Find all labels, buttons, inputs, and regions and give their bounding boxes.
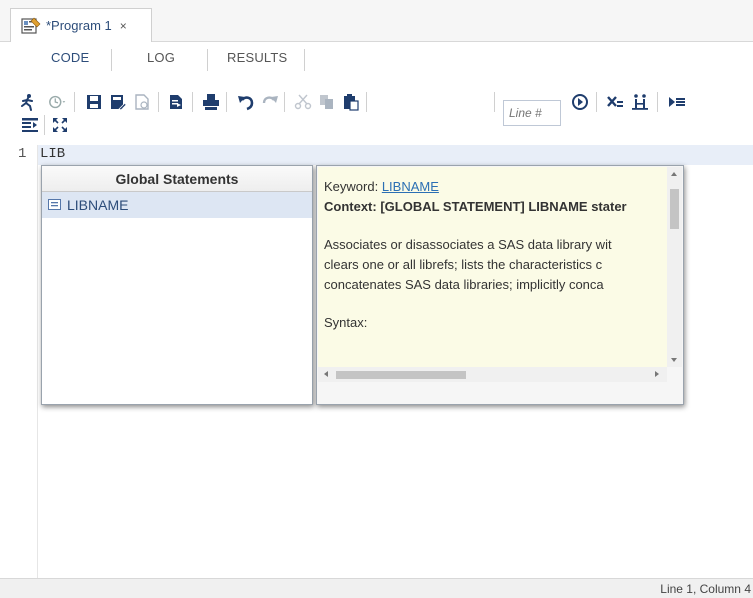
autocomplete-list: Global Statements LIBNAME [41,165,313,405]
scroll-down-icon[interactable] [671,358,677,362]
export-icon[interactable] [132,92,152,112]
save-as-icon[interactable] [108,92,128,112]
toolbar-divider [284,92,285,112]
help-vertical-scrollbar[interactable] [667,167,682,367]
goto-line-icon[interactable] [570,92,590,112]
paste-icon[interactable] [341,92,361,112]
run-icon[interactable] [18,92,38,112]
tab-code[interactable]: CODE [51,50,89,65]
toolbar-divider [366,92,367,112]
submit-icon[interactable] [667,92,687,112]
code-line[interactable]: LIB [40,146,65,162]
maximize-icon[interactable] [50,115,70,135]
format-icon[interactable] [20,115,40,135]
description-line: clears one or all librefs; lists the cha… [324,257,603,272]
tab-results[interactable]: RESULTS [227,50,287,65]
tab-divider [304,49,305,71]
save-icon[interactable] [84,92,104,112]
editor-toolbar [0,76,753,135]
program-file-icon [21,17,41,35]
status-bar: Line 1, Column 4 [0,578,753,598]
copy-icon[interactable] [317,92,337,112]
redo-icon[interactable] [260,92,280,112]
print-icon[interactable] [201,92,221,112]
keyword-label: Keyword: [324,179,379,194]
description-line: concatenates SAS data libraries; implici… [324,277,604,292]
cursor-position: Line 1, Column 4 [660,582,751,596]
history-icon[interactable] [48,92,68,112]
toolbar-divider [192,92,193,112]
scroll-left-icon[interactable] [324,371,328,377]
context-line: Context: [GLOBAL STATEMENT] LIBNAME stat… [324,199,627,214]
close-tab-icon[interactable]: × [120,19,127,33]
scroll-up-icon[interactable] [671,172,677,176]
line-number: 1 [18,146,27,162]
current-line-highlight [0,145,753,165]
autocomplete-item-label: LIBNAME [67,197,129,213]
help-panel: Keyword: LIBNAME Context: [GLOBAL STATEM… [316,165,684,405]
program-info-icon[interactable] [630,92,650,112]
help-horizontal-scrollbar[interactable] [318,367,667,382]
statement-icon [48,197,61,213]
keyword-line: Keyword: LIBNAME [324,177,667,197]
toolbar-divider [226,92,227,112]
line-number-gutter [0,145,38,578]
syntax-label: Syntax: [324,315,368,330]
tab-divider [207,49,208,71]
help-content: Keyword: LIBNAME Context: [GLOBAL STATEM… [318,167,667,367]
document-tab-bar: *Program 1 × [0,0,753,42]
tab-log[interactable]: LOG [147,50,175,65]
tab-divider [111,49,112,71]
toolbar-divider [158,92,159,112]
clear-icon[interactable] [605,92,625,112]
view-tabs: CODE LOG RESULTS [0,43,753,75]
autocomplete-header: Global Statements [42,166,312,192]
goto-line-input[interactable] [503,100,561,126]
scroll-thumb[interactable] [336,371,466,379]
toolbar-divider [657,92,658,112]
keyword-link[interactable]: LIBNAME [382,179,439,194]
program-tab-title: *Program 1 [46,18,112,33]
undo-icon[interactable] [236,92,256,112]
autocomplete-item-libname[interactable]: LIBNAME [42,192,312,218]
toolbar-divider [44,115,45,135]
document-icon[interactable] [166,92,186,112]
scroll-thumb[interactable] [670,189,679,229]
description-line: Associates or disassociates a SAS data l… [324,237,612,252]
toolbar-divider [596,92,597,112]
toolbar-divider [74,92,75,112]
cut-icon[interactable] [293,92,313,112]
scroll-right-icon[interactable] [655,371,659,377]
toolbar-divider [494,92,495,112]
program-tab[interactable]: *Program 1 × [10,8,152,42]
